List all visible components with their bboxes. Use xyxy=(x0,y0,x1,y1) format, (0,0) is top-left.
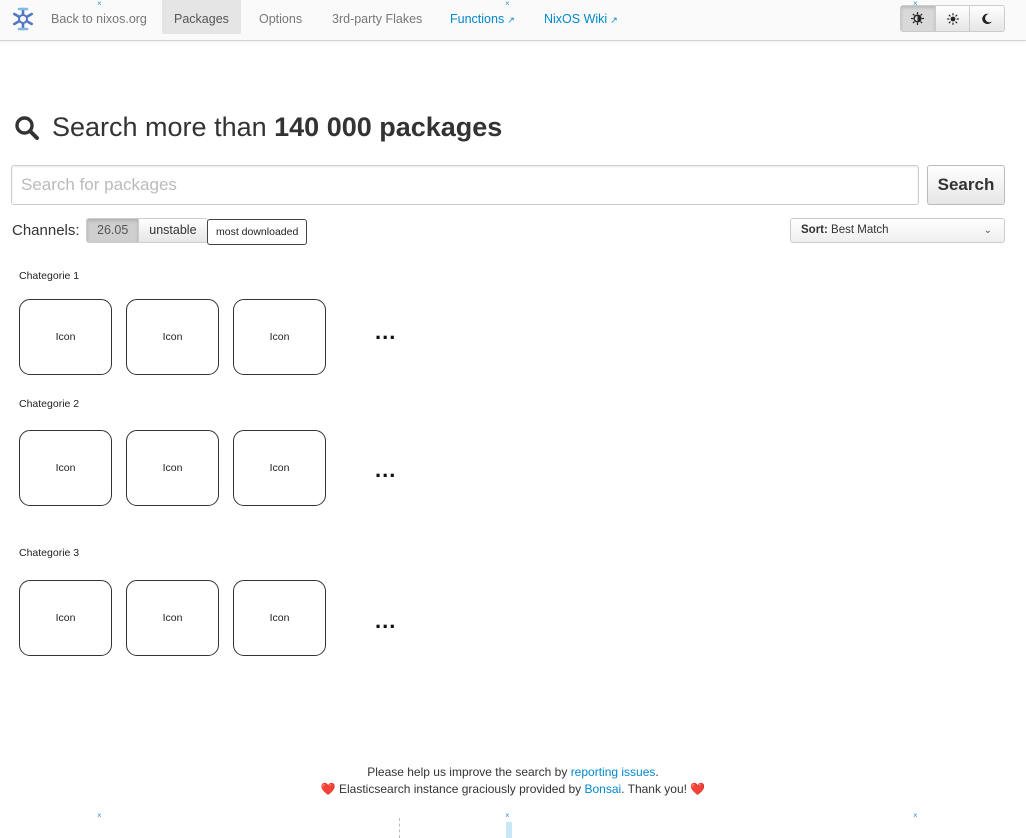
package-icon-card[interactable]: Icon xyxy=(126,430,219,506)
nav-packages-tab[interactable]: Packages xyxy=(162,0,241,34)
heart-icon: ❤️ xyxy=(690,782,706,796)
page-title-text: Search more than 140 000 packages xyxy=(52,112,503,142)
marker-icon: × xyxy=(913,0,918,8)
nav-options-tab[interactable]: Options xyxy=(247,0,314,34)
footer-credits-line: ❤️ Elasticsearch instance graciously pro… xyxy=(320,782,706,796)
sun-icon xyxy=(946,12,959,25)
sort-dropdown[interactable]: Sort: Best Match ⌄ xyxy=(790,218,1005,243)
package-icon-card[interactable]: Icon xyxy=(19,430,112,506)
light-theme-button[interactable] xyxy=(935,6,971,31)
chevron-down-icon: ⌄ xyxy=(983,225,992,236)
most-downloaded-button[interactable]: most downloaded xyxy=(207,219,308,245)
nixos-logo-icon[interactable] xyxy=(10,6,36,32)
more-items-indicator[interactable]: ... xyxy=(375,319,396,345)
package-icon-card[interactable]: Icon xyxy=(19,299,112,375)
package-icon-card[interactable]: Icon xyxy=(126,580,219,656)
reporting-issues-link[interactable]: reporting issues xyxy=(571,765,656,779)
auto-theme-button[interactable] xyxy=(901,6,936,31)
sort-value: Best Match xyxy=(831,224,889,236)
scroll-indicator xyxy=(506,822,512,838)
search-icon xyxy=(15,115,39,140)
external-link-icon: ↗ xyxy=(610,15,618,25)
top-navbar: Back to nixos.org Packages Options 3rd-p… xyxy=(0,0,1026,41)
external-link-icon: ↗ xyxy=(507,15,515,25)
marker-icon: × xyxy=(97,811,102,820)
package-icon-card[interactable]: Icon xyxy=(126,299,219,375)
package-icon-card[interactable]: Icon xyxy=(233,580,326,656)
page-title: Search more than 140 000 packages xyxy=(14,112,502,143)
moon-icon xyxy=(982,13,993,24)
sort-label: Sort: xyxy=(801,224,828,236)
category-title: Chategorie 3 xyxy=(19,547,80,559)
package-count: 140 000 packages xyxy=(274,112,503,142)
heart-icon: ❤️ xyxy=(320,782,336,796)
footer-issues-line: Please help us improve the search by rep… xyxy=(367,765,659,779)
nav-wiki-link[interactable]: NixOS Wiki ↗ xyxy=(532,0,630,34)
package-icon-card[interactable]: Icon xyxy=(233,299,326,375)
bonsai-link[interactable]: Bonsai xyxy=(584,782,621,796)
auto-theme-icon xyxy=(911,12,925,25)
channel-selector: 26.05 unstable xyxy=(86,218,208,243)
dark-theme-button[interactable] xyxy=(970,6,1004,31)
category-title: Chategorie 1 xyxy=(19,270,80,282)
channels-label: Channels: xyxy=(12,222,80,239)
package-icon-card[interactable]: Icon xyxy=(19,580,112,656)
channel-option-26-05[interactable]: 26.05 xyxy=(87,219,140,242)
marker-icon: × xyxy=(505,0,510,8)
more-items-indicator[interactable]: ... xyxy=(375,457,396,483)
marker-icon: × xyxy=(97,0,102,8)
channel-option-unstable[interactable]: unstable xyxy=(139,219,207,242)
theme-switcher xyxy=(900,5,1005,32)
nav-flakes-tab[interactable]: 3rd-party Flakes xyxy=(320,0,434,34)
marker-icon: × xyxy=(913,811,918,820)
marker-icon: × xyxy=(505,811,510,820)
divider xyxy=(399,818,400,838)
nav-functions-link[interactable]: Functions ↗ xyxy=(438,0,527,34)
category-title: Chategorie 2 xyxy=(19,398,80,410)
search-button[interactable]: Search xyxy=(927,165,1005,205)
package-icon-card[interactable]: Icon xyxy=(233,430,326,506)
search-input[interactable] xyxy=(11,165,919,205)
more-items-indicator[interactable]: ... xyxy=(375,608,396,634)
